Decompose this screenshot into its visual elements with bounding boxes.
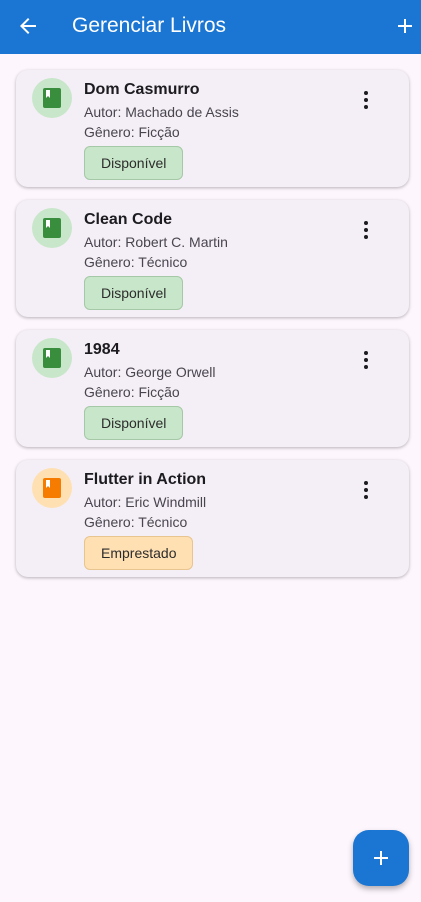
status-badge: Disponível [84,406,184,440]
book-card[interactable]: 1984 Autor: George Orwell Gênero: Ficção… [16,330,409,447]
arrow-back-icon[interactable] [16,14,40,38]
book-card[interactable]: Clean Code Autor: Robert C. Martin Gêner… [16,200,409,317]
book-icon [43,88,61,108]
book-title: Dom Casmurro [84,81,200,98]
more-vert-icon[interactable] [354,348,378,372]
book-title: Flutter in Action [84,471,207,488]
book-icon [43,348,61,368]
book-card[interactable]: Flutter in Action Autor: Eric Windmill G… [16,460,409,577]
book-genre: Gênero: Técnico [84,514,188,530]
book-avatar [32,78,72,118]
book-author: Autor: Machado de Assis [84,104,239,120]
book-title: 1984 [84,341,120,358]
book-avatar [32,468,72,508]
book-avatar [32,208,72,248]
book-icon [43,478,61,498]
book-author: Autor: Eric Windmill [84,494,207,510]
book-author: Autor: George Orwell [84,364,216,380]
status-badge: Disponível [84,276,184,310]
add-icon [374,851,388,865]
add-icon[interactable] [393,14,417,38]
book-card[interactable]: Dom Casmurro Autor: Machado de Assis Gên… [16,70,409,187]
book-avatar [32,338,72,378]
book-genre: Gênero: Ficção [84,384,180,400]
page-title: Gerenciar Livros [72,14,227,37]
book-genre: Gênero: Técnico [84,254,188,270]
book-list: Dom Casmurro Autor: Machado de Assis Gên… [16,70,409,590]
book-icon [43,218,61,238]
app-bar: Gerenciar Livros [0,0,421,54]
book-genre: Gênero: Ficção [84,124,180,140]
status-badge: Disponível [84,146,184,180]
more-vert-icon[interactable] [354,218,378,242]
status-badge: Emprestado [84,536,194,570]
more-vert-icon[interactable] [354,478,378,502]
book-title: Clean Code [84,211,173,228]
book-author: Autor: Robert C. Martin [84,234,228,250]
more-vert-icon[interactable] [354,88,378,112]
add-book-fab[interactable] [353,830,409,886]
